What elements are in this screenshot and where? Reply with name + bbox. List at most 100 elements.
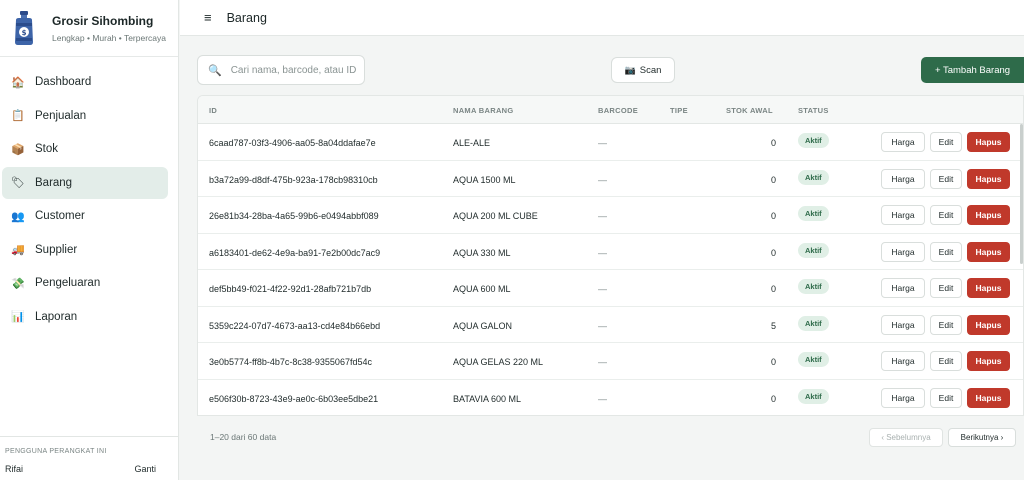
cell-stok-awal: 0 [770,247,776,258]
switch-user-button[interactable]: Ganti [134,464,156,474]
delete-button[interactable]: Hapus [967,351,1010,371]
status-badge: Aktif [798,169,829,185]
cell-barcode: — [598,174,607,185]
price-button[interactable]: Harga [881,351,925,371]
tag-icon: 🏷 [11,177,25,189]
price-button[interactable]: Harga [881,205,925,225]
header-status: STATUS [798,106,829,115]
sidebar-item-label: Penjualan [35,109,87,122]
sidebar-nav: 🏠 Dashboard 📋 Penjualan 📦 Stok 🏷 Barang 👥 Custome… [0,57,178,333]
delete-button[interactable]: Hapus [967,132,1010,152]
search-input[interactable] [230,64,361,76]
sidebar-item-label: Stok [35,143,59,155]
cell-name: AQUA 200 ML CUBE [453,211,538,221]
table-body: 6caad787-03f3-4906-aa05-8a04ddafae7e ALE-… [198,124,1023,416]
edit-button[interactable]: Edit [930,351,962,371]
table-scrollbar[interactable] [1020,124,1023,264]
sidebar-item-barang[interactable]: 🏷 Barang [2,166,168,199]
cell-id: e506f30b-8723-43e9-ae0c-6b03ee5dbe21 [209,393,379,404]
sidebar-item-pengeluaran[interactable]: 💸 Pengeluaran [2,267,168,299]
cell-stok-awal: 0 [770,211,776,221]
sidebar-item-dashboard[interactable]: 🏠 Dashboard [2,66,168,98]
edit-button[interactable]: Edit [930,132,962,152]
pagination-next-button[interactable]: Berikutnya › [948,428,1016,447]
sidebar-item-laporan[interactable]: 📊 Laporan [2,301,168,333]
price-button[interactable]: Harga [881,132,925,152]
sidebar-item-label: Barang [35,176,73,189]
sidebar-item-stok[interactable]: 📦 Stok [2,133,168,165]
status-badge: Aktif [798,206,829,221]
cell-name: AQUA GELAS 220 ML [453,357,544,367]
brand-subtitle: Lengkap • Murah • Terpercaya [52,32,166,43]
device-user-panel: PENGGUNA PERANGKAT INI Rifai Ganti [0,436,178,480]
header-stok-awal: STOK AWAL [726,106,773,115]
status-badge: Aktif [798,242,829,258]
home-icon: 🏠 [11,76,25,89]
table-row: b3a72a99-d8df-475b-923a-178cb98310cb AQUA… [198,161,1023,197]
edit-button[interactable]: Edit [930,278,962,298]
price-button[interactable]: Harga [881,278,925,298]
sidebar-item-supplier[interactable]: 🚚 Supplier [2,234,168,266]
cell-name: ALE-ALE [453,138,491,148]
pagination-prev-button[interactable]: ‹ Sebelumnya [869,428,943,447]
current-user-name: Rifai [5,464,24,474]
search-box[interactable]: 🔍 [197,55,365,85]
delete-button[interactable]: Hapus [967,168,1010,189]
status-badge: Aktif [798,133,829,148]
table-row: def5bb49-f021-4f22-92d1-28afb721b7db AQUA… [198,270,1023,307]
table-row: e506f30b-8723-43e9-ae0c-6b03ee5dbe21 BATA… [198,380,1023,416]
scan-button[interactable]: 📷 Scan [611,57,675,83]
cell-stok-awal: 0 [770,284,776,294]
price-button[interactable]: Harga [881,314,925,335]
add-item-button[interactable]: + Tambah Barang [921,57,1024,83]
price-button[interactable]: Harga [881,387,925,408]
cell-barcode: — [598,357,607,367]
delete-button[interactable]: Hapus [967,205,1010,225]
edit-button[interactable]: Edit [930,168,962,189]
topbar: ≡ Barang [180,0,1024,36]
cell-name: AQUA GALON [453,320,513,331]
cell-barcode: — [598,284,607,294]
truck-icon: 🚚 [11,244,25,256]
delete-button[interactable]: Hapus [967,314,1010,335]
sidebar-item-label: Pengeluaran [35,277,101,289]
sidebar-item-penjualan[interactable]: 📋 Penjualan [2,100,168,132]
cell-stok-awal: 0 [770,393,776,404]
table-row: 26e81b34-28ba-4a65-99b6-e0494abbf089 AQUA… [198,197,1023,234]
header-barcode: BARCODE [598,106,639,115]
status-badge: Aktif [798,315,829,331]
sidebar-item-customer[interactable]: 👥 Customer [2,200,168,232]
water-jug-icon: $ [15,11,33,45]
price-button[interactable]: Harga [881,241,925,262]
delete-button[interactable]: Hapus [967,387,1010,408]
price-button[interactable]: Harga [881,168,925,189]
cell-barcode: — [598,247,607,258]
delete-button[interactable]: Hapus [967,241,1010,262]
status-badge: Aktif [798,388,829,404]
cell-name: AQUA 600 ML [453,284,511,294]
delete-button[interactable]: Hapus [967,278,1010,298]
svg-text:$: $ [22,29,27,37]
cell-stok-awal: 0 [770,174,776,185]
table-row: 3e0b5774-ff8b-4b7c-8c38-9355067fd54c AQUA… [198,343,1023,380]
scanner-icon: 📷 [624,64,636,75]
cell-stok-awal: 0 [770,138,776,148]
edit-button[interactable]: Edit [930,241,962,262]
brand-title: Grosir Sihombing [52,13,154,28]
box-icon: 📦 [11,143,25,156]
page-title: Barang [226,10,267,25]
hamburger-menu-icon[interactable]: ≡ [204,10,212,25]
table-row: a6183401-de62-4e9a-ba91-7e2b00dc7ac9 AQUA… [198,234,1023,270]
cell-name: BATAVIA 600 ML [453,393,522,404]
edit-button[interactable]: Edit [930,387,962,408]
edit-button[interactable]: Edit [930,205,962,225]
cell-id: 6caad787-03f3-4906-aa05-8a04ddafae7e [209,138,376,148]
device-user-caption: PENGGUNA PERANGKAT INI [5,448,107,455]
table-row: 6caad787-03f3-4906-aa05-8a04ddafae7e ALE-… [198,124,1023,161]
money-icon: 💸 [11,277,25,290]
search-icon: 🔍 [208,64,222,77]
sidebar-item-label: Laporan [35,310,78,323]
cell-id: a6183401-de62-4e9a-ba91-7e2b00dc7ac9 [209,247,381,258]
edit-button[interactable]: Edit [930,314,962,335]
header-tipe: TIPE [670,106,688,115]
